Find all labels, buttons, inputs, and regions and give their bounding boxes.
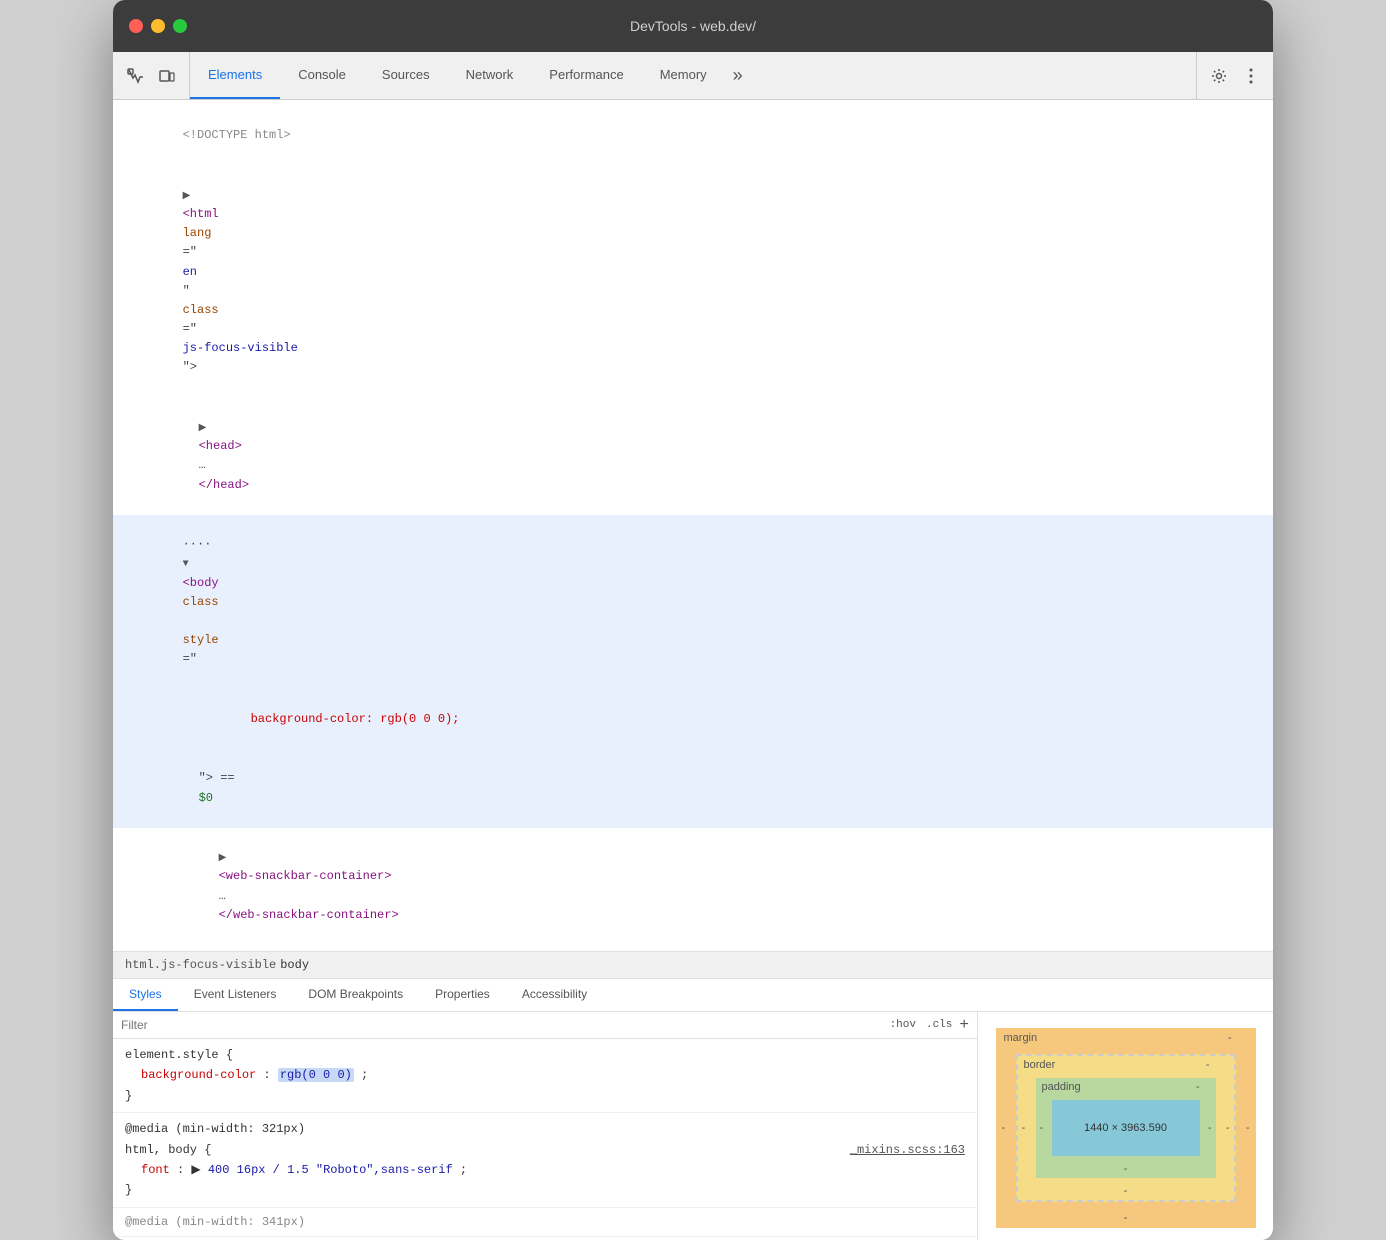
dom-doctype-line: <!DOCTYPE html> (113, 106, 1273, 166)
filter-buttons: :hov .cls + (887, 1016, 969, 1034)
titlebar: DevTools - web.dev/ (113, 0, 1273, 52)
padding-right-value: - (1208, 1122, 1212, 1134)
toolbar: Elements Console Sources Network Perform… (113, 52, 1273, 100)
tab-performance[interactable]: Performance (531, 52, 641, 99)
dom-bgcolor-line: background-color: rgb(0 0 0); (113, 690, 1273, 750)
dom-body-selected-line[interactable]: ···· ▼ <body class style =" (113, 515, 1273, 690)
expand-arrow-body[interactable]: ▼ (183, 559, 189, 570)
tab-console[interactable]: Console (280, 52, 364, 99)
toolbar-icons (113, 52, 190, 99)
padding-left-value: - (1040, 1122, 1044, 1134)
css-selector-element: element.style { (125, 1045, 965, 1065)
styles-tab-dom-breakpoints[interactable]: DOM Breakpoints (292, 979, 419, 1011)
traffic-lights (129, 19, 187, 33)
styles-tab-event-listeners[interactable]: Event Listeners (178, 979, 293, 1011)
border-left-value: - (1022, 1122, 1026, 1134)
css-file-link[interactable]: _mixins.scss:163 (850, 1140, 965, 1160)
margin-dash-top-right: - (1228, 1032, 1232, 1044)
hov-button[interactable]: :hov (887, 1018, 919, 1032)
border-box: border - - - - padding - - - - (1016, 1054, 1236, 1202)
css-html-body-selector: html, body { _mixins.scss:163 (125, 1140, 965, 1160)
margin-label: margin (1004, 1032, 1038, 1044)
box-model-panel: margin - - - - border - - - - (978, 1012, 1273, 1240)
minimize-button[interactable] (151, 19, 165, 33)
content-size: 1440 × 3963.590 (1084, 1122, 1167, 1134)
dom-body-close-line: "> == $0 (113, 749, 1273, 828)
filter-bar: :hov .cls + (113, 1012, 977, 1039)
box-model: margin - - - - border - - - - (996, 1028, 1256, 1228)
css-rule-partial: @media (min-width: 341px) (113, 1208, 977, 1237)
css-rule-close-2: } (125, 1180, 965, 1200)
toolbar-right (1196, 52, 1273, 99)
content-box: 1440 × 3963.590 (1052, 1100, 1200, 1156)
dom-head-line[interactable]: ▶ <head> … </head> (113, 398, 1273, 515)
tab-sources[interactable]: Sources (364, 52, 448, 99)
add-style-button[interactable]: + (959, 1016, 969, 1034)
styles-tab-properties[interactable]: Properties (419, 979, 506, 1011)
styles-left-panel: :hov .cls + element.style { background-c… (113, 1012, 978, 1240)
css-rule-element-style: element.style { background-color : rgb(0… (113, 1039, 977, 1113)
main-content: <!DOCTYPE html> ▶ <html lang =" en " cla… (113, 100, 1273, 1240)
margin-bottom-value: - (1124, 1212, 1128, 1224)
border-label: border (1024, 1059, 1056, 1071)
more-options-button[interactable] (1237, 62, 1265, 90)
expand-arrow[interactable]: ▶ (183, 191, 191, 202)
css-media-query: @media (min-width: 321px) (125, 1119, 965, 1139)
padding-dash-top: - (1196, 1081, 1200, 1093)
close-button[interactable] (129, 19, 143, 33)
styles-tab-styles[interactable]: Styles (113, 979, 178, 1011)
settings-button[interactable] (1205, 62, 1233, 90)
expand-arrow-head[interactable]: ▶ (199, 423, 207, 434)
breadcrumb: html.js-focus-visible body (113, 952, 1273, 979)
cls-button[interactable]: .cls (923, 1018, 955, 1032)
tabs: Elements Console Sources Network Perform… (190, 52, 1196, 99)
border-dash-top: - (1206, 1059, 1210, 1071)
styles-tabs-bar: Styles Event Listeners DOM Breakpoints P… (113, 979, 1273, 1012)
filter-input[interactable] (121, 1018, 879, 1032)
expand-arrow-snackbar[interactable]: ▶ (219, 853, 227, 864)
margin-left-value: - (1002, 1122, 1006, 1134)
css-property-bgcolor[interactable]: background-color : rgb(0 0 0) ; (125, 1065, 965, 1085)
styles-content: :hov .cls + element.style { background-c… (113, 1012, 1273, 1240)
padding-label: padding (1042, 1081, 1081, 1093)
devtools-window: DevTools - web.dev/ Elements C (113, 0, 1273, 1240)
padding-box: padding - - - - 1440 × 3963.590 (1036, 1078, 1216, 1178)
css-rule-media: @media (min-width: 321px) html, body { _… (113, 1113, 977, 1208)
styles-tab-accessibility[interactable]: Accessibility (506, 979, 603, 1011)
css-property-font[interactable]: font : ▶ 400 16px / 1.5 "Roboto",sans-se… (125, 1160, 965, 1180)
border-bottom-value: - (1124, 1185, 1128, 1197)
tab-elements[interactable]: Elements (190, 52, 280, 99)
dom-html-line[interactable]: ▶ <html lang =" en " class =" js-focus-v… (113, 166, 1273, 398)
tab-memory[interactable]: Memory (642, 52, 725, 99)
padding-bottom-value: - (1124, 1163, 1128, 1175)
inspect-element-button[interactable] (121, 62, 149, 90)
dom-snackbar-line[interactable]: ▶ <web-snackbar-container> … </web-snack… (113, 828, 1273, 945)
margin-box: margin - - - - border - - - - (996, 1028, 1256, 1228)
maximize-button[interactable] (173, 19, 187, 33)
dom-tree: <!DOCTYPE html> ▶ <html lang =" en " cla… (113, 100, 1273, 952)
border-right-value: - (1226, 1122, 1230, 1134)
margin-right-value: - (1246, 1122, 1250, 1134)
css-rule-close-1: } (125, 1086, 965, 1106)
device-toolbar-button[interactable] (153, 62, 181, 90)
tab-network[interactable]: Network (448, 52, 532, 99)
tabs-overflow-button[interactable]: » (725, 52, 751, 99)
breadcrumb-html[interactable]: html.js-focus-visible (125, 958, 276, 972)
window-title: DevTools - web.dev/ (630, 18, 756, 34)
breadcrumb-body[interactable]: body (280, 958, 309, 972)
